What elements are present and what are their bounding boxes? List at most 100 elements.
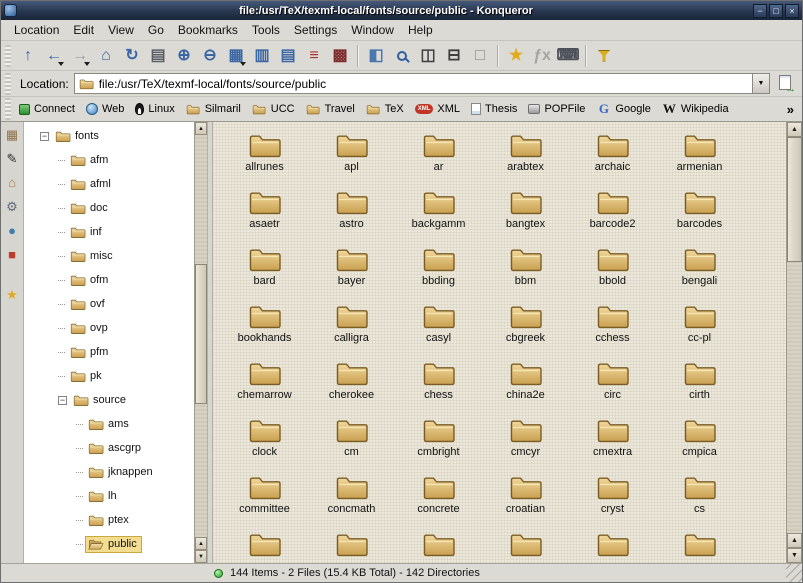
toolbox-icon[interactable]: ▦ [3,126,21,143]
tree-item-afm[interactable]: afm [36,148,194,172]
filter-button[interactable] [591,43,617,69]
folder-item[interactable]: archaic [569,132,656,189]
tree-item-body[interactable]: doc [68,201,112,216]
bookmark-web[interactable]: Web [82,101,131,117]
tree-item-body[interactable]: afml [68,177,115,192]
tree-item-misc[interactable]: misc [36,244,194,268]
folder-item[interactable]: chess [395,360,482,417]
tree-item-ptex[interactable]: ptex [36,508,194,532]
split-view-left-right-button[interactable]: ◫ [415,43,441,69]
tree-item-jknappen[interactable]: jknappen [36,460,194,484]
folder-item[interactable]: china2e [482,360,569,417]
folder-item[interactable]: committee [221,474,308,531]
tree-item-body[interactable]: inf [68,225,106,240]
scroll-up-button[interactable]: ▲ [195,122,207,135]
text-view-button[interactable]: ≡ [301,43,327,69]
location-input[interactable] [97,74,752,93]
tree-expander-icon[interactable]: − [58,396,67,405]
folder-item[interactable]: cmbright [395,417,482,474]
tree-item-body[interactable]: afm [68,153,112,168]
folder-item[interactable]: cm [308,417,395,474]
scrollbar-thumb[interactable] [787,137,802,262]
bookmark-linux[interactable]: Linux [131,101,181,117]
tree-item-ascgrp[interactable]: ascgrp [36,436,194,460]
bookmark-ucc[interactable]: UCC [248,101,302,118]
folder-item[interactable]: ar [395,132,482,189]
tree-item-lh[interactable]: lh [36,484,194,508]
bookmark-google[interactable]: GGoogle [592,101,657,118]
folder-item[interactable]: astro [308,189,395,246]
remove-active-view-button[interactable]: □ [467,43,493,69]
up-button[interactable]: ↑ [15,43,41,69]
folder-item[interactable]: croatian [482,474,569,531]
folder-item[interactable]: bbding [395,246,482,303]
tree-item-ovf[interactable]: ovf [36,292,194,316]
folder-item[interactable]: bengali [656,246,743,303]
tree-expander-icon[interactable]: − [40,132,49,141]
content-scrollbar[interactable]: ▲ ▲ ▼ [786,122,802,563]
folder-item[interactable]: apl [308,132,395,189]
tree-item-body[interactable]: ofm [68,273,112,288]
forward-button[interactable]: → [67,43,93,69]
scrollbar-thumb[interactable] [195,264,207,404]
print-button[interactable]: ▤ [145,43,171,69]
icon-view-button[interactable]: ▦ [223,43,249,69]
tree-scrollbar[interactable]: ▲ ▲ ▼ [194,122,207,563]
back-button[interactable]: ← [41,43,67,69]
tree-item-body[interactable]: jknappen [86,465,157,480]
toolbar-handle[interactable] [5,98,11,120]
folder-item[interactable]: cherokee [308,360,395,417]
close-button[interactable]: × [785,4,799,18]
folder-item[interactable] [482,531,569,563]
bookmark-star-button[interactable]: ★ [503,43,529,69]
menu-go[interactable]: Go [141,21,171,39]
split-view-top-bottom-button[interactable]: ⊟ [441,43,467,69]
folder-item[interactable] [656,531,743,563]
folder-item[interactable]: cryst [569,474,656,531]
menu-view[interactable]: View [101,21,141,39]
folder-item[interactable]: bayer [308,246,395,303]
services-icon[interactable]: ⚙ [3,198,21,215]
title-bar[interactable]: file:/usr/TeX/texmf-local/fonts/source/p… [1,1,802,20]
folder-item[interactable]: calligra [308,303,395,360]
folder-item[interactable]: barcodes [656,189,743,246]
folder-item[interactable]: cirth [656,360,743,417]
tree-item-afml[interactable]: afml [36,172,194,196]
resize-grip[interactable] [786,564,802,582]
folder-item[interactable]: clock [221,417,308,474]
toolbar-handle[interactable] [5,45,11,67]
folder-item[interactable]: cchess [569,303,656,360]
bookmark-tex[interactable]: TeX [362,101,411,118]
bookmarks-icon[interactable]: ★ [3,286,21,303]
folder-item[interactable]: chemarrow [221,360,308,417]
tree-item-body[interactable]: pk [68,369,106,384]
scrollbar-track[interactable] [195,135,207,537]
folder-item[interactable]: concmath [308,474,395,531]
fx-button[interactable]: ƒx [529,43,555,69]
scrollbar-track[interactable] [787,137,802,533]
menu-window[interactable]: Window [344,21,401,39]
folder-item[interactable]: bard [221,246,308,303]
tree-item-body[interactable]: ptex [86,513,133,528]
tree-item-pk[interactable]: pk [36,364,194,388]
folder-item[interactable]: allrunes [221,132,308,189]
tree-item-body[interactable]: misc [68,249,117,264]
terminal-button[interactable]: ⌨ [555,43,581,69]
bookmark-silmaril[interactable]: Silmaril [182,101,248,118]
folder-item[interactable]: barcode2 [569,189,656,246]
scroll-up-button[interactable]: ▲ [195,537,207,550]
detailed-list-view-button[interactable]: ▤ [275,43,301,69]
folder-item[interactable] [569,531,656,563]
menu-settings[interactable]: Settings [287,21,344,39]
folder-item[interactable]: bookhands [221,303,308,360]
scroll-down-button[interactable]: ▼ [787,548,802,563]
tree-item-body[interactable]: ovp [68,321,112,336]
folder-item[interactable]: cbgreek [482,303,569,360]
bookmark-thesis[interactable]: Thesis [467,101,524,117]
bookmark-wikipedia[interactable]: WWikipedia [658,101,736,118]
scroll-up-button[interactable]: ▲ [787,533,802,548]
tree-item-body[interactable]: ascgrp [86,441,145,456]
tree-item-body[interactable]: ovf [68,297,109,312]
folder-item[interactable]: cs [656,474,743,531]
toolbar-overflow-button[interactable]: » [785,102,796,117]
